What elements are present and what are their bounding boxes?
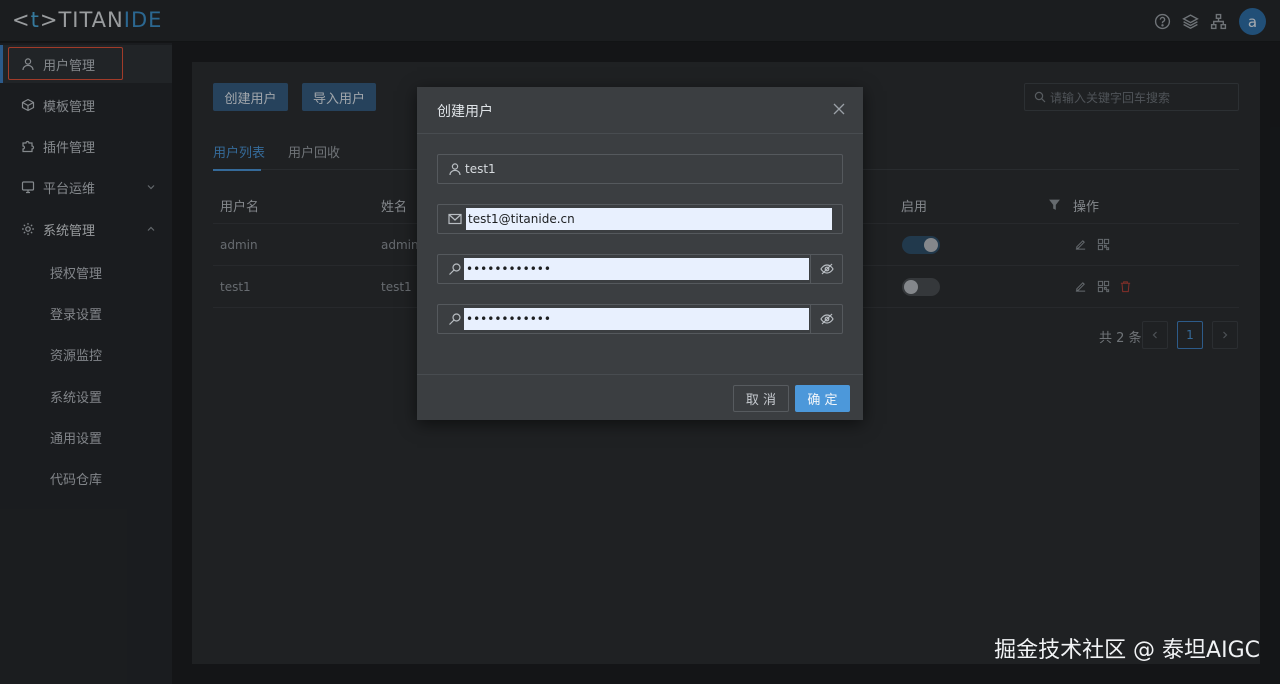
email-value: test1@titanide.cn xyxy=(466,208,832,230)
username-value: test1 xyxy=(465,162,496,176)
eye-hidden-icon[interactable] xyxy=(810,305,842,333)
dialog-title: 创建用户 xyxy=(437,104,493,120)
create-user-dialog: 创建用户 test1 test1@titanide.cn •••••••••••… xyxy=(417,87,863,420)
username-field[interactable]: test1 xyxy=(437,154,843,184)
key-icon xyxy=(448,262,462,276)
user-icon xyxy=(448,162,462,176)
confirm-button[interactable]: 确 定 xyxy=(795,385,850,412)
confirm-password-field[interactable]: •••••••••••• xyxy=(437,304,843,334)
cancel-button[interactable]: 取 消 xyxy=(733,385,789,412)
dialog-header-divider xyxy=(417,133,863,134)
password-field[interactable]: •••••••••••• xyxy=(437,254,843,284)
key-icon xyxy=(448,312,462,326)
mail-icon xyxy=(448,212,462,226)
eye-hidden-icon[interactable] xyxy=(810,255,842,283)
confirm-password-value: •••••••••••• xyxy=(464,308,809,330)
dialog-footer-divider xyxy=(417,374,863,375)
email-field[interactable]: test1@titanide.cn xyxy=(437,204,843,234)
password-value: •••••••••••• xyxy=(464,258,809,280)
close-icon[interactable] xyxy=(832,102,846,116)
watermark: 掘金技术社区 @ 泰坦AIGC xyxy=(994,638,1260,663)
